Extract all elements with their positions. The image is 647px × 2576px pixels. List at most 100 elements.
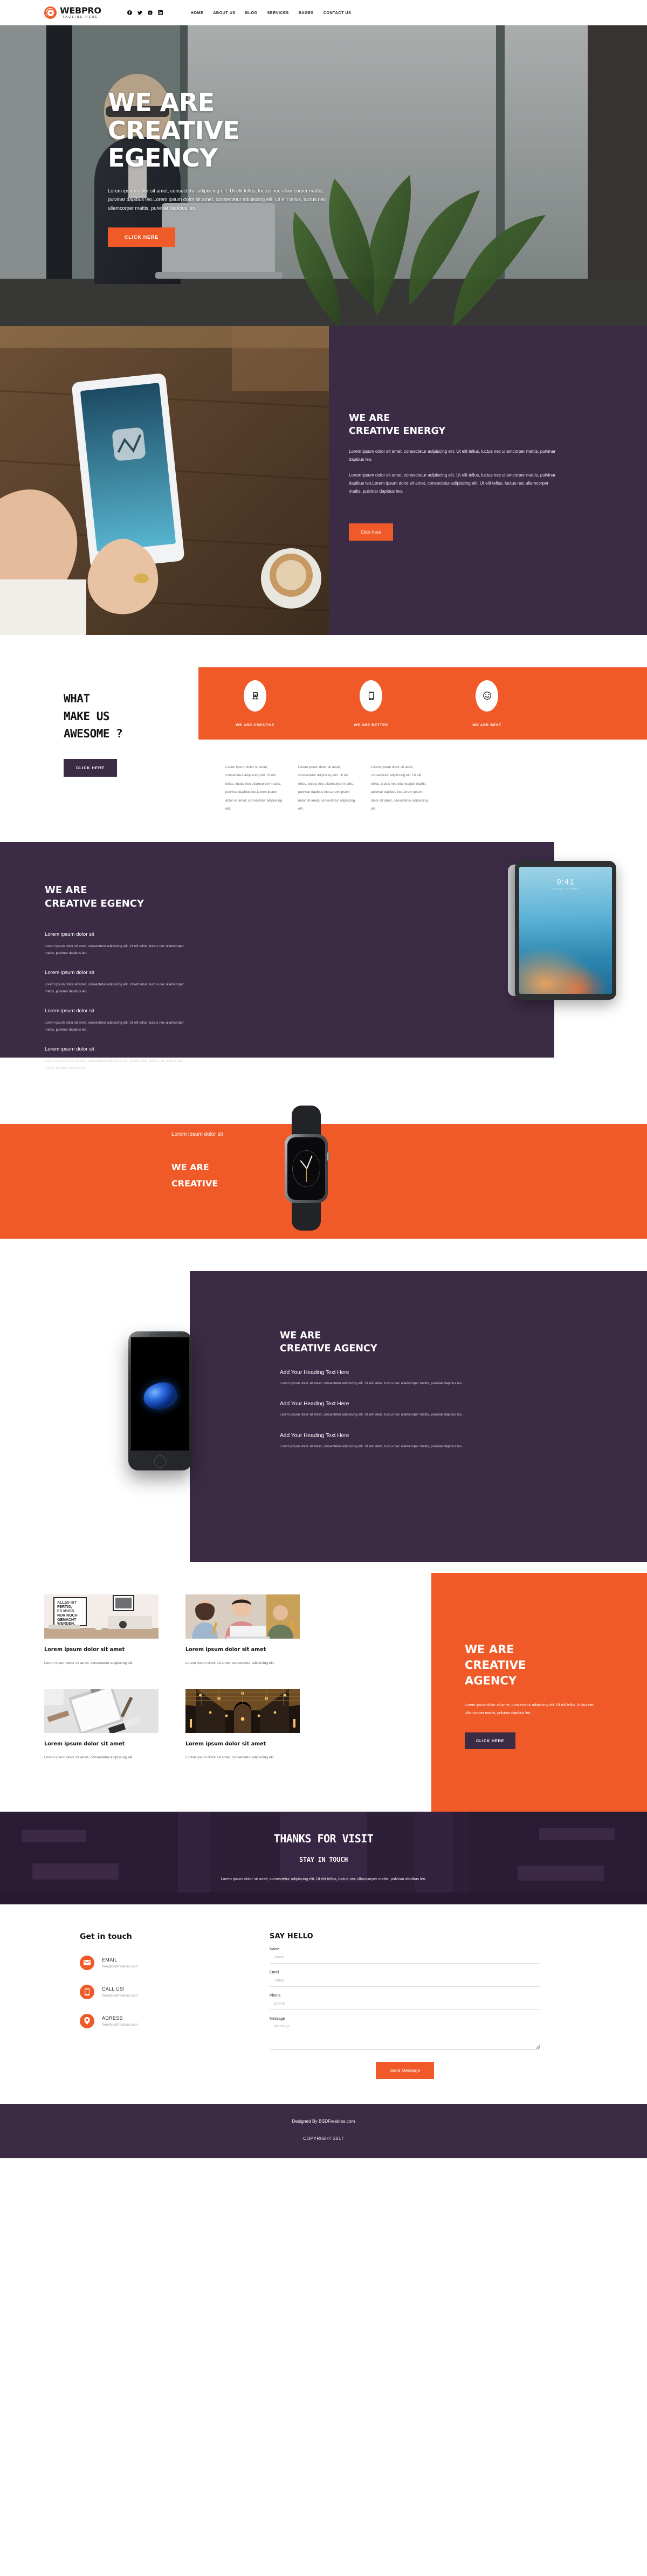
nav-item-services[interactable]: SERVICES bbox=[267, 10, 289, 15]
contact-item-value: free@psdfreebias.com bbox=[102, 2022, 138, 2027]
creative-energy-title: WE ARE CREATIVE ENERGY bbox=[349, 412, 647, 438]
phone-item-heading: Add Your Heading Text Here bbox=[280, 1369, 349, 1376]
blog-card[interactable]: Lorem ipsum dolor sit amet Lorem ipsum d… bbox=[44, 1689, 159, 1762]
hero-title-line-3: EGENCY bbox=[108, 143, 218, 173]
svg-text:GEMACHT: GEMACHT bbox=[57, 1618, 77, 1622]
brand-name: WEBPRO bbox=[60, 5, 101, 16]
target-logo-icon bbox=[44, 6, 57, 19]
awesome-cta-button[interactable]: CLICK HERE bbox=[64, 758, 117, 777]
contact-item-texts: ADRESS free@psdfreebias.com bbox=[102, 2015, 137, 2027]
blog-card[interactable]: Lorem ipsum dolor sit amet Lorem ipsum d… bbox=[185, 1689, 300, 1762]
tablet-time: 9:41 bbox=[556, 878, 575, 887]
watch-title-line-1: WE ARE bbox=[171, 1162, 209, 1173]
email-input[interactable] bbox=[270, 1974, 540, 1987]
get-in-touch-block: Get in touch EMAIL free@psdfreebias.com … bbox=[0, 1932, 270, 2079]
team-laptop-photo bbox=[185, 1594, 300, 1639]
egency-cell-text: Lorem ipsum dolor sit amet, consectetur … bbox=[45, 1020, 184, 1032]
contact-item-texts: CALL US! free@psdfreebias.com bbox=[102, 1986, 137, 1998]
send-button-wrap: Send Message bbox=[270, 2061, 540, 2079]
feature-3: WE ARE BEST bbox=[457, 680, 517, 727]
creative-agency-phone-section: WE ARE CREATIVE AGENCY Add Your Heading … bbox=[0, 1239, 647, 1573]
skype-icon[interactable]: S bbox=[148, 10, 153, 15]
svg-text:S: S bbox=[149, 12, 151, 15]
logo[interactable]: WEBPRO TAGLINE HERE bbox=[44, 6, 101, 19]
phone-title: WE ARE CREATIVE AGENCY bbox=[280, 1329, 647, 1355]
contact-item-value: free@psdfreebias.com bbox=[102, 1964, 138, 1969]
landing-page: WEBPRO TAGLINE HERE S HOME ABOUT US BLOG… bbox=[0, 0, 647, 2158]
name-label: Name bbox=[270, 1947, 280, 1951]
hero-title-line-2: CREATIVE bbox=[108, 115, 240, 145]
nav-item-home[interactable]: HOME bbox=[191, 10, 204, 15]
svg-text:FERTIG;: FERTIG; bbox=[57, 1605, 72, 1609]
main-nav: HOME ABOUT US BLOG SERVICES BAGES CONTAC… bbox=[191, 10, 352, 15]
watch-title-line-2: CREATIVE bbox=[171, 1178, 218, 1189]
smartphone-mockup bbox=[128, 1331, 192, 1471]
blog-card-title: Lorem ipsum dolor sit amet bbox=[185, 1647, 266, 1653]
message-textarea[interactable] bbox=[270, 2020, 540, 2050]
contact-item-address[interactable]: ADRESS free@psdfreebias.com bbox=[80, 2013, 270, 2028]
blog-card-text: Lorem ipsum dolor sit amet, consectetur … bbox=[44, 1756, 134, 1760]
nav-item-bages[interactable]: BAGES bbox=[299, 10, 314, 15]
mobile-icon bbox=[80, 1984, 94, 1999]
library-hall-photo bbox=[185, 1689, 300, 1734]
phone-item-text: Lorem ipsum dolor sit amet, consectetur … bbox=[280, 1381, 463, 1385]
phone-list-item: Add Your Heading Text Here Lorem ipsum d… bbox=[280, 1433, 647, 1450]
tablet-screen: 9:41 Monday, 21 March bbox=[519, 867, 612, 995]
awesome-heading-block: WHAT MAKE US AWESOME ? CLICK HERE bbox=[0, 667, 198, 813]
awesome-features: WE ARE CREATIVE WE ARE BETTER WE ARE BES… bbox=[198, 667, 647, 813]
smartwatch-mockup bbox=[280, 1106, 333, 1231]
nav-item-blog[interactable]: BLOG bbox=[245, 10, 258, 15]
egency-cell-text: Lorem ipsum dolor sit amet, consectetur … bbox=[45, 982, 184, 994]
egency-title: WE ARE CREATIVE EGENCY bbox=[0, 842, 554, 911]
twitter-icon[interactable] bbox=[137, 10, 142, 15]
hero-cta-button[interactable]: CLICK HERE bbox=[108, 227, 176, 247]
blog-card[interactable]: ALLES IST FERTIG; ES MUSS NUR NOCH GEMACHT… bbox=[44, 1594, 159, 1667]
creative-energy-title-line-2: CREATIVE ENERGY bbox=[349, 425, 446, 437]
nav-item-about-us[interactable]: ABOUT US bbox=[213, 10, 236, 15]
site-footer: Designed By BSDFreebies.com COPYRIGHT 20… bbox=[0, 2103, 647, 2158]
contact-item-phone[interactable]: CALL US! free@psdfreebias.com bbox=[80, 1984, 270, 1999]
creative-energy-button[interactable]: Click here bbox=[349, 523, 393, 541]
feature-3-text: Lorem ipsum dolor sit amet, consectetur … bbox=[371, 765, 428, 811]
send-message-button[interactable]: Send Message bbox=[375, 2061, 435, 2079]
tablet-hands-photo bbox=[0, 326, 329, 635]
svg-text:ES MUSS: ES MUSS bbox=[57, 1610, 74, 1613]
egency-title-line-2: CREATIVE EGENCY bbox=[45, 898, 144, 910]
egency-cell-heading: Lorem ipsum dolor sit bbox=[45, 969, 94, 976]
thanks-text: Lorem ipsum dolor sit amet, consectetur … bbox=[221, 1876, 426, 1881]
feature-3-label: WE ARE BEST bbox=[472, 723, 501, 727]
egency-dark-panel: WE ARE CREATIVE EGENCY Lorem ipsum dolor… bbox=[0, 842, 554, 1070]
hero-paragraph: Lorem ipsum dolor sit amet, consectetur … bbox=[108, 188, 326, 211]
phone-wallpaper-blob bbox=[140, 1379, 180, 1414]
egency-cell: Lorem ipsum dolor sit Lorem ipsum dolor … bbox=[45, 931, 223, 957]
facebook-icon[interactable] bbox=[127, 10, 132, 15]
phone-input[interactable] bbox=[270, 1998, 540, 2010]
name-input[interactable] bbox=[270, 1951, 540, 1964]
footer-copyright: COPYRIGHT 2017 bbox=[303, 2135, 344, 2141]
feature-1-text: Lorem ipsum dolor sit amet, consectetur … bbox=[225, 765, 283, 811]
what-makes-us-awesome-section: WHAT MAKE US AWESOME ? CLICK HERE WE ARE… bbox=[0, 635, 647, 842]
hero-content: WE ARE CREATIVE EGENCY Lorem ipsum dolor… bbox=[0, 25, 647, 247]
phone-dark-panel: WE ARE CREATIVE AGENCY Add Your Heading … bbox=[190, 1271, 647, 1563]
contact-item-email[interactable]: EMAIL free@psdfreebias.com bbox=[80, 1955, 270, 1970]
awesome-title-line-3: AWESOME ? bbox=[64, 727, 123, 741]
thanks-for-visit-banner: THANKS FOR VISIT STAY IN TOUCH Lorem ips… bbox=[0, 1811, 647, 1904]
phone-title-line-1: WE ARE bbox=[280, 1330, 321, 1342]
email-field-group: Email bbox=[270, 1971, 540, 1987]
logo-text: WEBPRO TAGLINE HERE bbox=[60, 6, 101, 19]
svg-text:ALLES IST: ALLES IST bbox=[57, 1601, 77, 1605]
blog-card[interactable]: Lorem ipsum dolor sit amet Lorem ipsum d… bbox=[185, 1594, 300, 1667]
linkedin-icon[interactable] bbox=[157, 10, 163, 15]
phone-label: Phone bbox=[270, 1993, 281, 1998]
watch-subtitle: Lorem ipsum dolor sit bbox=[171, 1131, 223, 1138]
phone-screen bbox=[131, 1337, 189, 1451]
thanks-subtitle: STAY IN TOUCH bbox=[299, 1855, 348, 1863]
cta-title-line-1: WE ARE bbox=[465, 1643, 514, 1656]
phone-list-item: Add Your Heading Text Here Lorem ipsum d… bbox=[280, 1401, 647, 1418]
social-links: S bbox=[127, 10, 163, 15]
cta-button[interactable]: CLICK HERE bbox=[465, 1732, 516, 1750]
mobile-icon bbox=[360, 680, 382, 712]
egency-cell-heading: Lorem ipsum dolor sit bbox=[45, 1007, 94, 1014]
awesome-title-line-2: MAKE US bbox=[64, 709, 110, 723]
nav-item-contact-us[interactable]: CONTACT US bbox=[324, 10, 352, 15]
